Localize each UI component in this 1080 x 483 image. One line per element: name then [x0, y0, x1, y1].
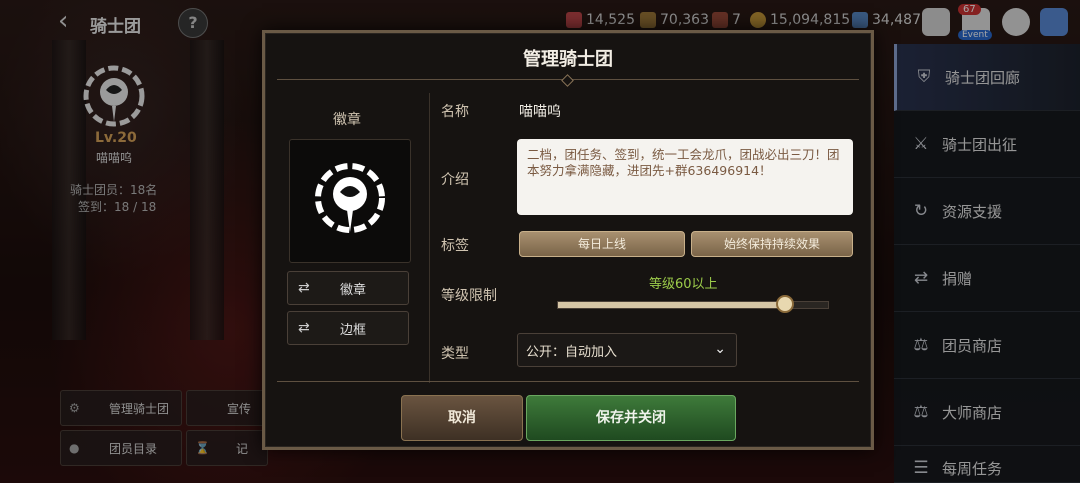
intro-label: 介绍	[441, 172, 469, 188]
change-frame-button[interactable]: ⇄ 边框	[287, 311, 409, 345]
level-slider[interactable]	[557, 295, 829, 313]
type-label: 类型	[441, 346, 469, 362]
guild-name-value: 喵喵呜	[519, 104, 561, 120]
manage-guild-dialog: 管理骑士团 徽章 ⇄ 徽章 ⇄ 边框 名称 喵喵呜 介绍 二档，团任务、签到，统…	[262, 30, 874, 450]
level-slider-fill	[558, 302, 785, 308]
level-slider-handle[interactable]	[775, 295, 794, 313]
level-limit-label: 等级限制	[441, 288, 497, 304]
tags-label: 标签	[441, 238, 469, 254]
cancel-button[interactable]: 取消	[401, 395, 523, 441]
tag-daily-login[interactable]: 每日上线	[519, 231, 685, 257]
intro-textarea[interactable]: 二档，团任务、签到，统一工会龙爪，团战必出三刀！团本努力拿满隐藏，进团先+群63…	[517, 139, 853, 215]
name-label: 名称	[441, 104, 469, 120]
level-limit-value: 等级60以上	[649, 277, 718, 292]
save-close-button[interactable]: 保存并关闭	[526, 395, 736, 441]
chevron-down-icon: ⌄	[714, 341, 726, 357]
tag-keep-buff[interactable]: 始终保持持续效果	[691, 231, 853, 257]
emblem-preview	[289, 139, 411, 263]
change-emblem-button[interactable]: ⇄ 徽章	[287, 271, 409, 305]
refresh-icon: ⇄	[298, 320, 310, 336]
select-value: 公开：自动加入	[526, 344, 618, 360]
guild-emblem-icon	[315, 163, 385, 233]
join-type-select[interactable]: 公开：自动加入 ⌄	[517, 333, 737, 367]
column-divider	[429, 93, 430, 383]
divider-ornament	[561, 74, 574, 87]
refresh-icon: ⇄	[298, 280, 310, 296]
button-label: 徽章	[339, 282, 366, 298]
divider	[277, 381, 859, 382]
dialog-title: 管理骑士团	[523, 49, 613, 70]
emblem-label: 徽章	[333, 112, 361, 128]
button-label: 边框	[339, 322, 366, 338]
